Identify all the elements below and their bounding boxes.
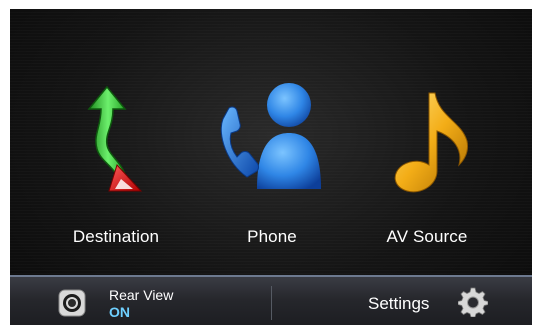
rear-view-status: ON xyxy=(109,304,130,320)
phone-label: Phone xyxy=(247,227,297,246)
av-source-label: AV Source xyxy=(386,227,468,246)
route-arrow-icon xyxy=(87,85,143,192)
home-screen: Destination Phone AV Source Rear View ON… xyxy=(10,9,532,325)
settings-label: Settings xyxy=(368,294,430,313)
settings-button[interactable]: Settings xyxy=(272,277,532,325)
rear-view-label: Rear View xyxy=(109,287,174,303)
av-source-button[interactable]: AV Source xyxy=(340,9,514,271)
music-note-icon xyxy=(394,92,468,193)
rear-view-button[interactable]: Rear View ON xyxy=(10,277,270,325)
camera-ring-icon xyxy=(58,289,86,317)
destination-button[interactable]: Destination xyxy=(29,9,203,271)
bottom-bar: Rear View ON Settings xyxy=(10,275,532,325)
phone-contact-icon xyxy=(220,83,321,189)
destination-label: Destination xyxy=(72,227,160,246)
gear-icon xyxy=(458,287,488,317)
phone-button[interactable]: Phone xyxy=(185,9,359,271)
